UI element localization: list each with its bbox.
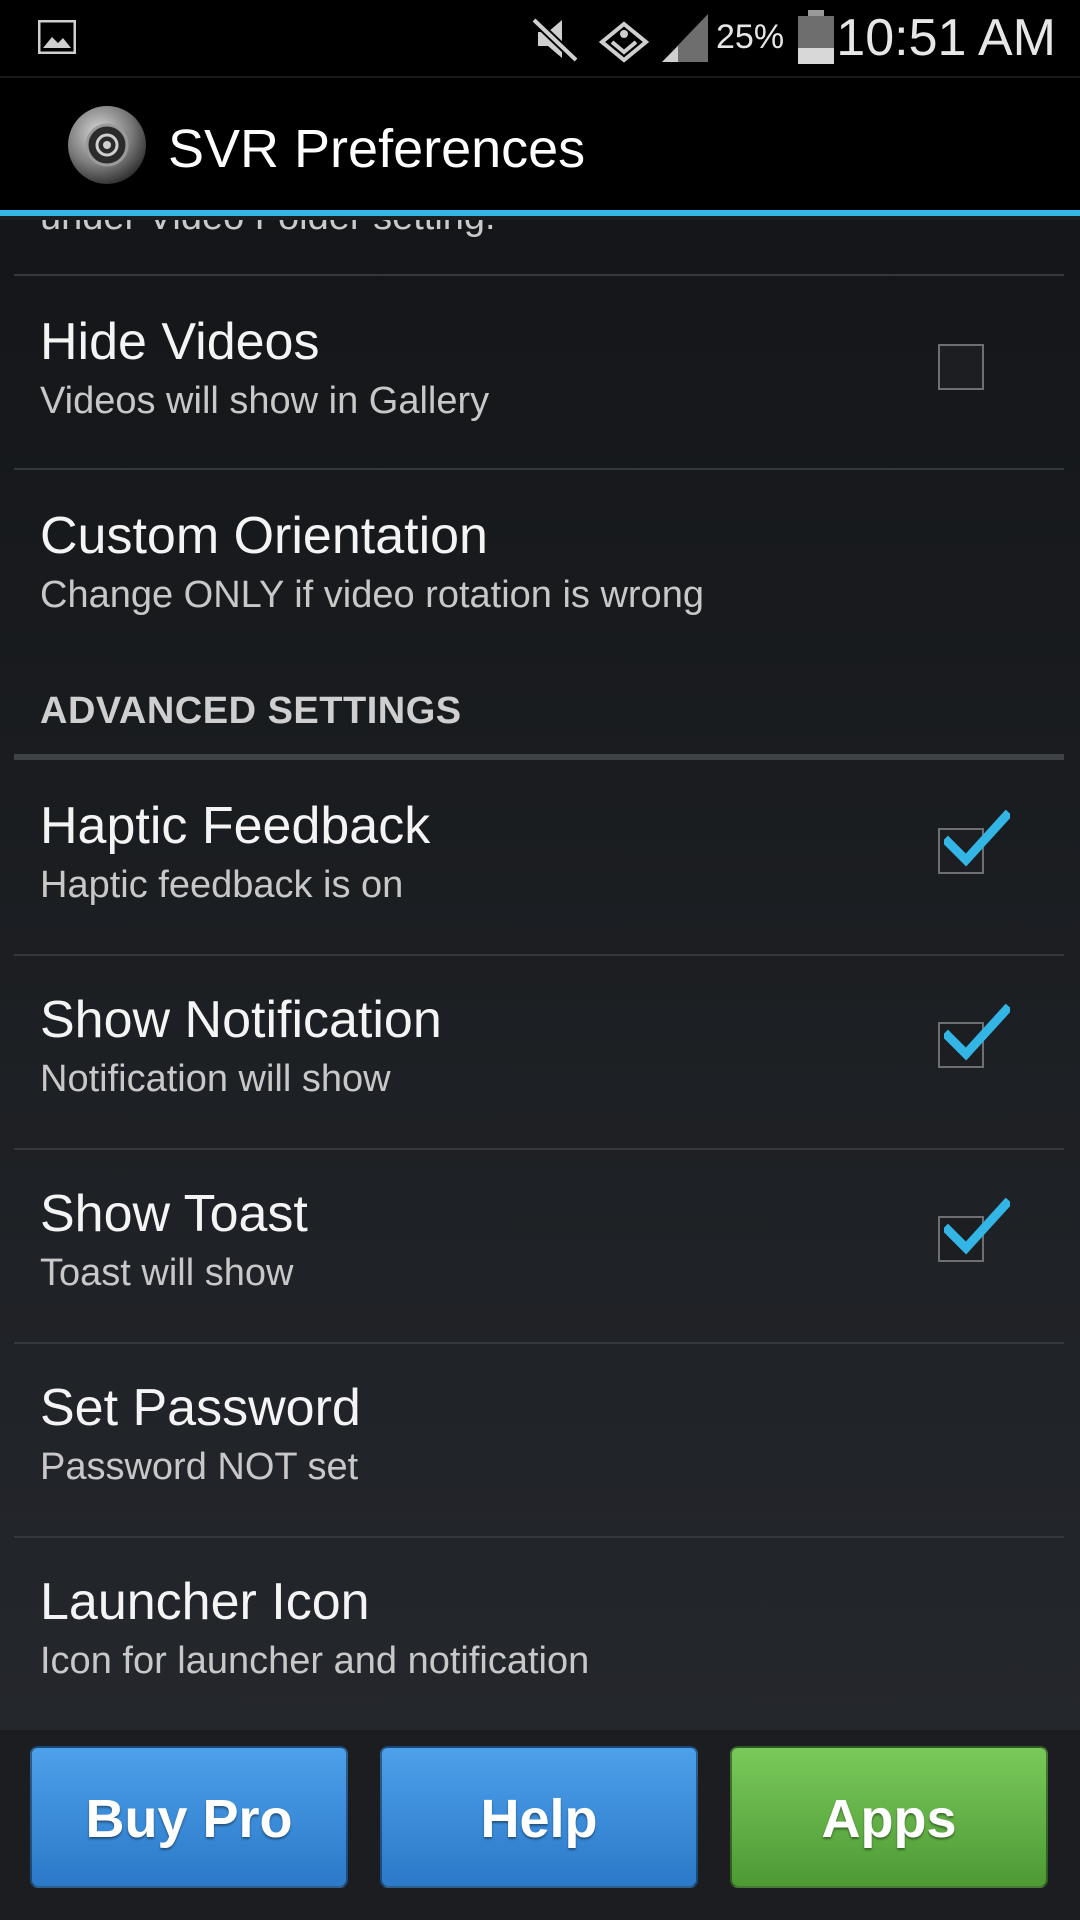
pref-title: Custom Orientation (40, 507, 488, 565)
pref-summary: Haptic feedback is on (40, 864, 404, 906)
help-button[interactable]: Help (380, 1746, 698, 1888)
pref-summary: Videos will show in Gallery (40, 380, 490, 422)
pref-summary: Toast will show (40, 1252, 294, 1294)
status-bar: 25% 10:51 AM (0, 0, 1080, 76)
pref-title: Launcher Icon (40, 1573, 370, 1631)
pref-title: Show Toast (40, 1185, 308, 1243)
preferences-list[interactable]: under Video Folder setting. Hide Videos … (0, 220, 1080, 1730)
camera-lens-icon[interactable] (66, 104, 148, 186)
battery-icon (798, 10, 834, 64)
action-bar-accent-line (0, 210, 1080, 216)
signal-icon (662, 14, 708, 62)
section-header-advanced: ADVANCED SETTINGS (40, 690, 462, 732)
pref-haptic-feedback[interactable]: Haptic Feedback Haptic feedback is on (0, 760, 1080, 950)
pref-title: Show Notification (40, 991, 442, 1049)
pref-show-toast[interactable]: Show Toast Toast will show (0, 1148, 1080, 1338)
pref-title: Haptic Feedback (40, 797, 431, 855)
buy-pro-button[interactable]: Buy Pro (30, 1746, 348, 1888)
pref-summary: Change ONLY if video rotation is wrong (40, 574, 704, 616)
battery-percent: 25% (716, 18, 785, 56)
pref-summary: Icon for launcher and notification (40, 1640, 590, 1682)
pref-hide-videos[interactable]: Hide Videos Videos will show in Gallery (0, 276, 1080, 466)
checkmark-icon (944, 810, 1010, 867)
image-icon (38, 20, 76, 54)
page-title: SVR Preferences (168, 119, 586, 179)
apps-button[interactable]: Apps (730, 1746, 1048, 1888)
sync-icon (598, 21, 650, 63)
pref-summary: Password NOT set (40, 1446, 359, 1488)
mute-icon (531, 17, 579, 63)
pref-launcher-icon[interactable]: Launcher Icon Icon for launcher and noti… (0, 1536, 1080, 1726)
checkmark-icon (944, 1198, 1010, 1255)
clipped-summary-text: under Video Folder setting. (40, 220, 496, 239)
checkmark-icon (944, 1004, 1010, 1061)
pref-title: Hide Videos (40, 313, 320, 371)
hide-videos-checkbox[interactable] (938, 344, 984, 390)
pref-title: Set Password (40, 1379, 361, 1437)
pref-set-password[interactable]: Set Password Password NOT set (0, 1342, 1080, 1532)
clock: 10:51 AM (836, 9, 1056, 67)
pref-show-notification[interactable]: Show Notification Notification will show (0, 954, 1080, 1144)
pref-custom-orientation[interactable]: Custom Orientation Change ONLY if video … (0, 470, 1080, 660)
action-bar: SVR Preferences (0, 76, 1080, 216)
pref-summary: Notification will show (40, 1058, 391, 1100)
